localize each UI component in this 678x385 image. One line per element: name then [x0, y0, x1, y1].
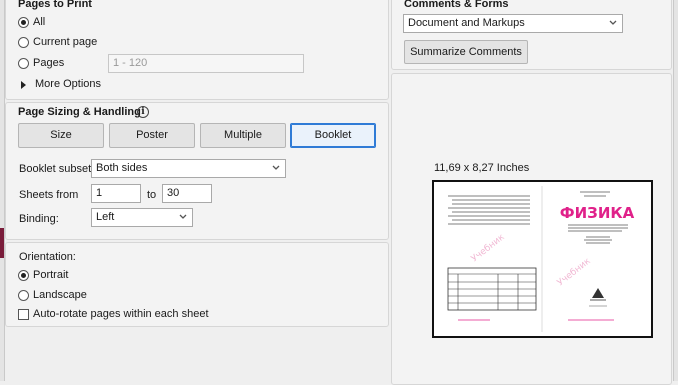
binding-value: Left: [96, 211, 115, 223]
radio-all-label: All: [33, 16, 46, 28]
booklet-preview: Учебник ФИЗИКА Учебник: [432, 180, 653, 338]
page-sizing-title: Page Sizing & Handling: [18, 106, 141, 118]
sheets-to-label: to: [147, 189, 157, 201]
radio-landscape[interactable]: [18, 290, 29, 301]
chevron-down-icon: [609, 20, 617, 25]
more-options-toggle[interactable]: More Options: [35, 78, 101, 90]
window-right-edge: [673, 0, 678, 381]
sheets-to-input[interactable]: 30: [162, 184, 212, 203]
book-title-text: ФИЗИКА: [560, 204, 635, 222]
comments-forms-title: Comments & Forms: [404, 0, 509, 10]
radio-pages-label: Pages: [33, 57, 65, 69]
radio-current-page[interactable]: [18, 37, 29, 48]
comments-forms-value: Document and Markups: [408, 17, 525, 29]
summarize-comments-button[interactable]: Summarize Comments: [404, 40, 528, 64]
poster-button[interactable]: Poster: [109, 123, 195, 148]
binding-label: Binding:: [19, 213, 59, 225]
sheets-from-input[interactable]: 1: [91, 184, 141, 203]
preview-size-label: 11,69 x 8,27 Inches: [434, 162, 530, 174]
orientation-title: Orientation:: [19, 251, 76, 263]
booklet-subset-value: Both sides: [96, 162, 148, 174]
more-options-triangle-icon[interactable]: [21, 81, 26, 89]
radio-pages[interactable]: [18, 58, 29, 69]
booklet-subset-label: Booklet subset:: [19, 163, 95, 175]
chevron-down-icon: [272, 165, 280, 170]
autorotate-label: Auto-rotate pages within each sheet: [33, 308, 209, 320]
comments-forms-select[interactable]: Document and Markups: [403, 14, 623, 33]
booklet-preview-image: Учебник ФИЗИКА Учебник: [434, 182, 651, 336]
radio-portrait[interactable]: [18, 270, 29, 281]
sheets-from-label: Sheets from: [19, 189, 79, 201]
radio-portrait-label: Portrait: [33, 269, 69, 281]
pages-to-print-title: Pages to Print: [18, 0, 92, 10]
multiple-button[interactable]: Multiple: [200, 123, 286, 148]
autorotate-checkbox[interactable]: [18, 309, 29, 320]
info-icon[interactable]: i: [137, 106, 149, 118]
binding-select[interactable]: Left: [91, 208, 193, 227]
pages-range-input[interactable]: 1 - 120: [108, 54, 304, 73]
booklet-subset-select[interactable]: Both sides: [91, 159, 286, 178]
radio-current-page-label: Current page: [33, 36, 98, 48]
window-edge-marker: [0, 228, 4, 258]
booklet-button[interactable]: Booklet: [290, 123, 376, 148]
radio-landscape-label: Landscape: [33, 289, 87, 301]
size-button[interactable]: Size: [18, 123, 104, 148]
chevron-down-icon: [179, 214, 187, 219]
radio-all[interactable]: [18, 17, 29, 28]
